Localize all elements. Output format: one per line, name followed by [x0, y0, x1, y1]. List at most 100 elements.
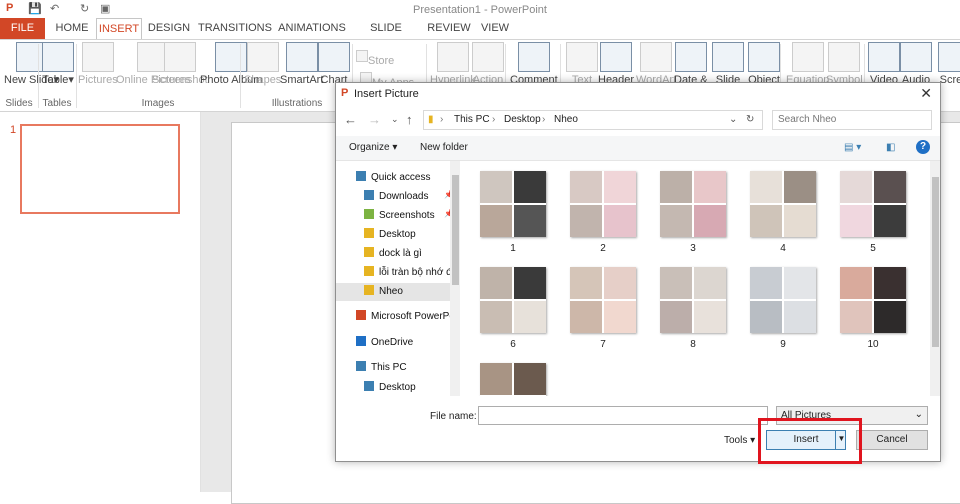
file-tile[interactable]: 10: [838, 267, 908, 350]
image-thumbnail: [660, 267, 726, 333]
ribbon-button-label: Shapes: [244, 74, 282, 86]
file-list-scrollbar-thumb[interactable]: [932, 177, 939, 347]
tab-transitions[interactable]: TRANSITIONS: [198, 18, 272, 39]
title-bar: P 💾 ↶ ↻ ▣ Presentation1 - PowerPoint: [0, 0, 960, 18]
breadcrumb-this-pc[interactable]: This PC: [454, 114, 490, 125]
thumbnail-quadrant: [874, 267, 906, 299]
nav-item[interactable]: Microsoft PowerPo: [356, 310, 455, 322]
ribbon-button-wordart[interactable]: WordArt: [636, 42, 676, 86]
tab-insert[interactable]: INSERT: [96, 18, 142, 39]
dialog-title: Insert Picture: [354, 88, 419, 100]
tab-design[interactable]: DESIGN: [146, 18, 192, 39]
thumbnail-quadrant: [604, 171, 636, 203]
thumbnail-quadrant: [660, 171, 692, 203]
ribbon-button-pictures[interactable]: Pictures: [78, 42, 118, 86]
address-box[interactable]: ▮ › This PC › Desktop › Nheo ⌄ ↻: [423, 110, 763, 130]
file-tile[interactable]: 3: [658, 171, 728, 254]
ribbon-button-store[interactable]: Store: [356, 50, 394, 67]
insert-picture-dialog: P Insert Picture ✕ ← → ⌄ ↑ ▮ › This PC ›…: [335, 82, 941, 462]
nav-item[interactable]: OneDrive: [356, 336, 413, 348]
tools-button[interactable]: Tools ▾: [724, 435, 755, 446]
file-tile[interactable]: 1: [478, 171, 548, 254]
powerpoint-icon: [356, 310, 366, 320]
this-pc-icon: [356, 361, 366, 371]
image-thumbnail: [840, 171, 906, 237]
folder-icon: ▮: [428, 114, 434, 125]
close-icon[interactable]: ✕: [920, 85, 932, 102]
nav-item[interactable]: Downloads 📌: [364, 190, 454, 202]
refresh-icon[interactable]: ↻: [746, 114, 754, 125]
slide-number-icon: [712, 42, 744, 72]
tab-slide-show[interactable]: SLIDE SHOW: [354, 18, 418, 55]
ribbon-button-action[interactable]: Action: [472, 42, 504, 86]
new-folder-button[interactable]: New folder: [420, 142, 468, 153]
file-tile[interactable]: 6: [478, 267, 548, 350]
chevron-down-icon[interactable]: ⌄: [729, 114, 737, 125]
ribbon-button-comment[interactable]: Comment: [510, 42, 558, 86]
ribbon-button-audio[interactable]: Audio: [900, 42, 932, 86]
file-tile[interactable]: 9: [748, 267, 818, 350]
file-tile[interactable]: 2: [568, 171, 638, 254]
ribbon-separator: [240, 44, 241, 108]
file-tile[interactable]: [478, 363, 548, 396]
ribbon-button-header[interactable]: Header: [598, 42, 634, 86]
up-arrow-icon[interactable]: ↑: [406, 112, 413, 127]
file-tile[interactable]: 8: [658, 267, 728, 350]
thumbnail-quadrant: [480, 171, 512, 203]
nav-item[interactable]: Quick access: [356, 171, 430, 183]
recent-locations-icon[interactable]: ⌄: [391, 114, 399, 125]
nav-item-label: Microsoft PowerPo: [371, 311, 455, 322]
search-input[interactable]: Search Nheo: [772, 110, 932, 130]
nav-item[interactable]: Nheo: [364, 285, 403, 297]
ribbon-button-object[interactable]: Object: [748, 42, 780, 86]
file-name-input[interactable]: [478, 406, 768, 425]
back-arrow-icon[interactable]: ←: [344, 112, 357, 127]
file-tile[interactable]: 5: [838, 171, 908, 254]
cancel-button[interactable]: Cancel: [856, 430, 928, 450]
thumbnail-quadrant: [750, 267, 782, 299]
file-tile[interactable]: 7: [568, 267, 638, 350]
breadcrumb-nheo[interactable]: Nheo: [554, 114, 578, 125]
onedrive-icon: [356, 336, 366, 346]
ribbon-button-text-box[interactable]: Text: [566, 42, 598, 86]
forward-arrow-icon[interactable]: →: [368, 112, 381, 127]
ribbon-button-slide-number[interactable]: Slide: [712, 42, 744, 86]
file-tile[interactable]: 4: [748, 171, 818, 254]
nav-scrollbar-thumb[interactable]: [452, 175, 459, 285]
thumbnail-quadrant: [604, 205, 636, 237]
tab-view[interactable]: VIEW: [478, 18, 512, 39]
slide-thumbnail[interactable]: [20, 124, 180, 214]
ribbon-button-chart[interactable]: Chart: [318, 42, 350, 86]
file-label: 5: [870, 243, 876, 254]
ribbon-button-screen-record[interactable]: Scree: [938, 42, 960, 86]
thumbnail-quadrant: [694, 267, 726, 299]
preview-pane-icon[interactable]: ◧: [886, 142, 895, 153]
organize-button[interactable]: Organize ▾: [349, 142, 397, 153]
tab-review[interactable]: REVIEW: [426, 18, 472, 39]
ribbon-button-table[interactable]: Table▾: [42, 42, 74, 86]
breadcrumb-desktop[interactable]: Desktop: [504, 114, 541, 125]
nav-item[interactable]: This PC: [356, 361, 407, 373]
nav-item[interactable]: lỗi tràn bộ nhớ đ: [364, 266, 452, 278]
ribbon-button-date[interactable]: Date &: [674, 42, 708, 86]
ribbon-button-video[interactable]: Video: [868, 42, 900, 86]
file-label: 8: [690, 339, 696, 350]
ribbon-button-symbol[interactable]: Symbol: [826, 42, 863, 86]
ribbon-button-shapes[interactable]: Shapes: [244, 42, 281, 86]
ribbon-button-hyperlink[interactable]: Hyperlink: [430, 42, 476, 86]
ribbon-button-equation[interactable]: Equation: [786, 42, 829, 86]
tab-animations[interactable]: ANIMATIONS: [278, 18, 346, 39]
nav-item[interactable]: Desktop: [364, 228, 416, 240]
nav-item[interactable]: Screenshots 📌: [364, 209, 454, 221]
chevron-right-icon: ›: [440, 114, 444, 125]
thumbnail-quadrant: [874, 205, 906, 237]
chart-icon: [318, 42, 350, 72]
tab-file[interactable]: FILE: [0, 18, 45, 39]
nav-item[interactable]: dock là gì: [364, 247, 422, 259]
nav-item[interactable]: Desktop: [364, 381, 416, 393]
help-icon[interactable]: ?: [916, 140, 930, 154]
tab-home[interactable]: HOME: [52, 18, 92, 39]
view-options-icon[interactable]: ▤ ▾: [844, 142, 861, 153]
thumbnail-quadrant: [604, 267, 636, 299]
ribbon-button-smartart[interactable]: SmartArt: [280, 42, 323, 86]
